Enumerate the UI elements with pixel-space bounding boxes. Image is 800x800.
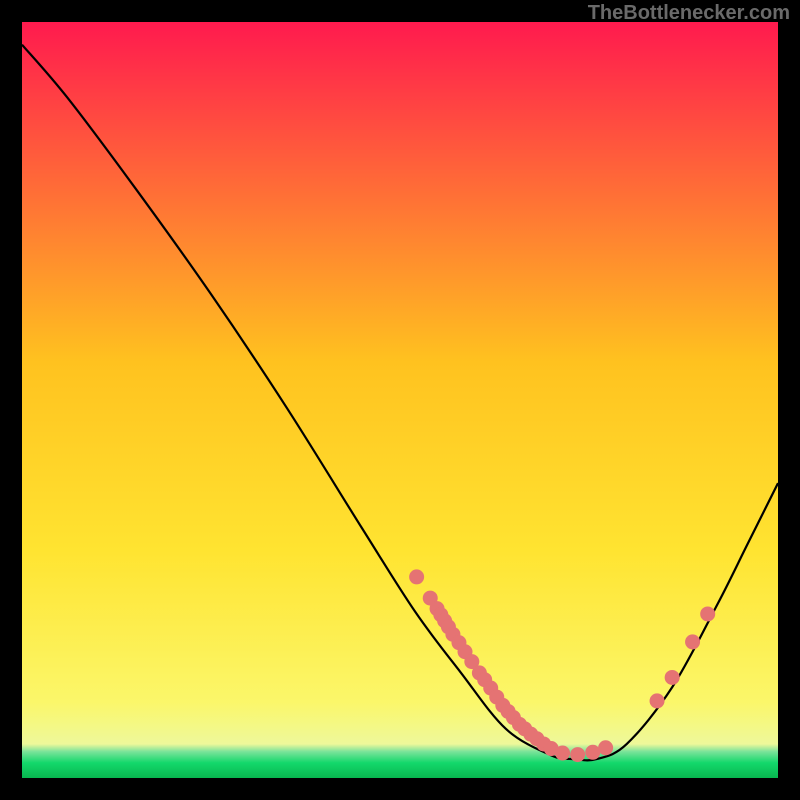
plot-area <box>22 22 778 778</box>
data-point <box>685 634 700 649</box>
data-point <box>409 569 424 584</box>
chart-svg <box>22 22 778 778</box>
data-point <box>665 670 680 685</box>
data-point <box>700 606 715 621</box>
gradient-background <box>22 22 778 778</box>
data-point <box>650 693 665 708</box>
data-point <box>598 740 613 755</box>
data-point <box>570 747 585 762</box>
chart-container: TheBottlenecker.com <box>0 0 800 800</box>
watermark-text: TheBottlenecker.com <box>588 2 790 25</box>
data-point <box>555 746 570 761</box>
data-point <box>585 745 600 760</box>
